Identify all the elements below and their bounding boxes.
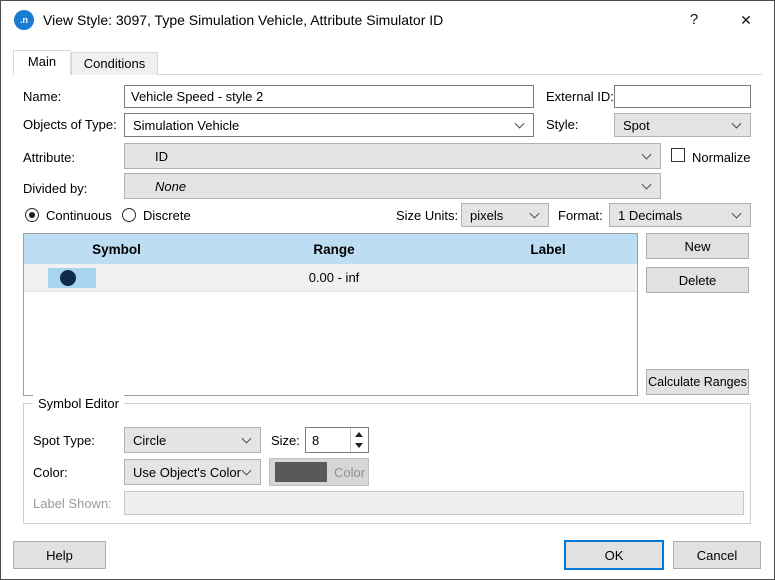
spot-type-value: Circle	[133, 433, 166, 448]
column-header-symbol[interactable]: Symbol	[24, 234, 209, 264]
attribute-value: ID	[133, 149, 168, 164]
spin-up-icon[interactable]	[351, 428, 368, 440]
spinner-buttons	[350, 428, 368, 452]
spot-type-select[interactable]: Circle	[124, 427, 261, 453]
external-id-label: External ID:	[546, 88, 614, 106]
new-button[interactable]: New	[646, 233, 749, 259]
style-select[interactable]: Spot	[614, 113, 751, 137]
objects-of-type-label: Objects of Type:	[23, 116, 117, 134]
title-bar: .n View Style: 3097, Type Simulation Veh…	[1, 1, 774, 39]
symbol-cell[interactable]	[48, 268, 96, 288]
format-select[interactable]: 1 Decimals	[609, 203, 751, 227]
spin-down-icon[interactable]	[351, 440, 368, 452]
color-swatch	[275, 462, 327, 482]
calculate-ranges-button[interactable]: Calculate Ranges	[646, 369, 749, 395]
table-header: Symbol Range Label	[24, 234, 637, 264]
attribute-select[interactable]: ID	[124, 143, 661, 169]
app-logo-icon: .n	[14, 10, 34, 30]
chevron-down-icon	[515, 119, 525, 129]
size-units-select[interactable]: pixels	[461, 203, 549, 227]
label-shown-input	[124, 491, 744, 515]
size-value: 8	[306, 433, 350, 448]
help-button[interactable]: Help	[13, 541, 106, 569]
column-header-label[interactable]: Label	[459, 234, 637, 264]
tab-conditions[interactable]: Conditions	[71, 52, 158, 75]
attribute-label: Attribute:	[23, 149, 75, 167]
window-title: View Style: 3097, Type Simulation Vehicl…	[43, 1, 443, 39]
continuous-radio[interactable]	[25, 208, 39, 222]
style-label: Style:	[546, 116, 579, 134]
circle-symbol-icon	[60, 270, 76, 286]
format-value: 1 Decimals	[618, 208, 682, 223]
external-id-input[interactable]	[614, 85, 751, 108]
style-value: Spot	[623, 118, 650, 133]
chevron-down-icon	[732, 119, 742, 129]
format-label: Format:	[558, 207, 603, 225]
continuous-label: Continuous	[46, 207, 112, 225]
name-label: Name:	[23, 88, 61, 106]
chevron-down-icon	[732, 209, 742, 219]
objects-of-type-select[interactable]: Simulation Vehicle	[124, 113, 534, 137]
color-mode-select[interactable]: Use Object's Color	[124, 459, 261, 485]
chevron-down-icon	[242, 466, 252, 476]
spot-type-label: Spot Type:	[33, 432, 95, 450]
normalize-label: Normalize	[692, 149, 751, 167]
delete-button[interactable]: Delete	[646, 267, 749, 293]
divided-by-value: None	[133, 179, 186, 194]
chevron-down-icon	[642, 150, 652, 160]
view-style-dialog: .n View Style: 3097, Type Simulation Veh…	[0, 0, 775, 580]
name-input[interactable]	[124, 85, 534, 108]
ok-button[interactable]: OK	[564, 540, 664, 570]
size-units-label: Size Units:	[396, 207, 458, 225]
size-label: Size:	[271, 432, 300, 450]
normalize-checkbox[interactable]	[671, 148, 685, 162]
ranges-table: Symbol Range Label 0.00 - inf	[23, 233, 638, 396]
cancel-button[interactable]: Cancel	[673, 541, 761, 569]
discrete-radio[interactable]	[122, 208, 136, 222]
range-cell[interactable]: 0.00 - inf	[209, 264, 459, 291]
size-spinner[interactable]: 8	[305, 427, 369, 453]
symbol-editor-title: Symbol Editor	[33, 395, 124, 413]
chevron-down-icon	[530, 209, 540, 219]
symbol-cell-container[interactable]	[24, 264, 209, 291]
color-picker-button: Color	[269, 458, 369, 486]
close-icon[interactable]: ✕	[726, 1, 766, 39]
label-cell[interactable]	[459, 264, 637, 291]
size-units-value: pixels	[470, 208, 503, 223]
app-logo-text: .n	[20, 15, 28, 25]
color-mode-value: Use Object's Color	[133, 465, 241, 480]
chevron-down-icon	[642, 180, 652, 190]
discrete-label: Discrete	[143, 207, 191, 225]
color-button-label: Color	[334, 465, 365, 480]
color-label: Color:	[33, 464, 68, 482]
label-shown-label: Label Shown:	[33, 495, 112, 513]
column-header-range[interactable]: Range	[209, 234, 459, 264]
chevron-down-icon	[242, 434, 252, 444]
help-icon[interactable]: ?	[674, 1, 714, 39]
table-row[interactable]: 0.00 - inf	[24, 264, 637, 292]
objects-of-type-value: Simulation Vehicle	[133, 118, 239, 133]
divided-by-select[interactable]: None	[124, 173, 661, 199]
tab-main[interactable]: Main	[13, 50, 71, 75]
divided-by-label: Divided by:	[23, 180, 87, 198]
